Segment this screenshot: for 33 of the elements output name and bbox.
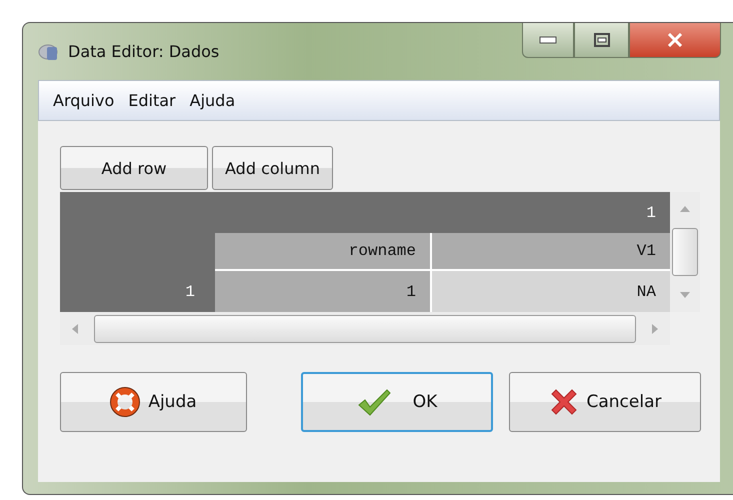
ok-button[interactable]: OK xyxy=(301,372,493,432)
cross-icon xyxy=(548,387,578,417)
help-button[interactable]: Ajuda xyxy=(60,372,247,432)
cancel-button[interactable]: Cancelar xyxy=(509,372,701,432)
app-logo-icon xyxy=(38,42,60,62)
column-number: 1 xyxy=(646,204,656,222)
menu-item[interactable]: Arquivo xyxy=(53,91,114,110)
maximize-button[interactable] xyxy=(574,23,629,58)
checkmark-icon xyxy=(356,388,391,416)
minimize-button[interactable] xyxy=(522,23,574,58)
maximize-icon xyxy=(594,33,610,47)
row-header: 1 xyxy=(60,271,215,312)
scroll-down-icon xyxy=(680,292,690,298)
column-header[interactable]: rowname xyxy=(215,233,432,271)
toolbar-button[interactable]: Add column xyxy=(212,146,333,190)
column-header[interactable]: V1 xyxy=(432,233,670,271)
close-icon xyxy=(667,33,683,47)
minimize-icon xyxy=(539,36,557,44)
lifebuoy-icon xyxy=(110,387,140,417)
toolbar-button[interactable]: Add row xyxy=(60,146,208,190)
scroll-thumb[interactable] xyxy=(672,228,698,276)
scroll-up-icon xyxy=(680,206,690,212)
scroll-right-icon xyxy=(652,324,658,334)
window-title: Data Editor: Dados xyxy=(68,42,220,61)
vertical-scrollbar[interactable] xyxy=(670,192,700,312)
menu-item[interactable]: Editar xyxy=(128,91,176,110)
table-cell[interactable]: 1 xyxy=(215,271,432,312)
scroll-left-icon xyxy=(72,324,78,334)
table-cell[interactable]: NA xyxy=(432,271,670,312)
menu-item[interactable]: Ajuda xyxy=(190,91,236,110)
horizontal-scrollbar[interactable] xyxy=(60,312,670,345)
scroll-thumb[interactable] xyxy=(94,314,636,342)
close-button[interactable] xyxy=(629,23,721,58)
